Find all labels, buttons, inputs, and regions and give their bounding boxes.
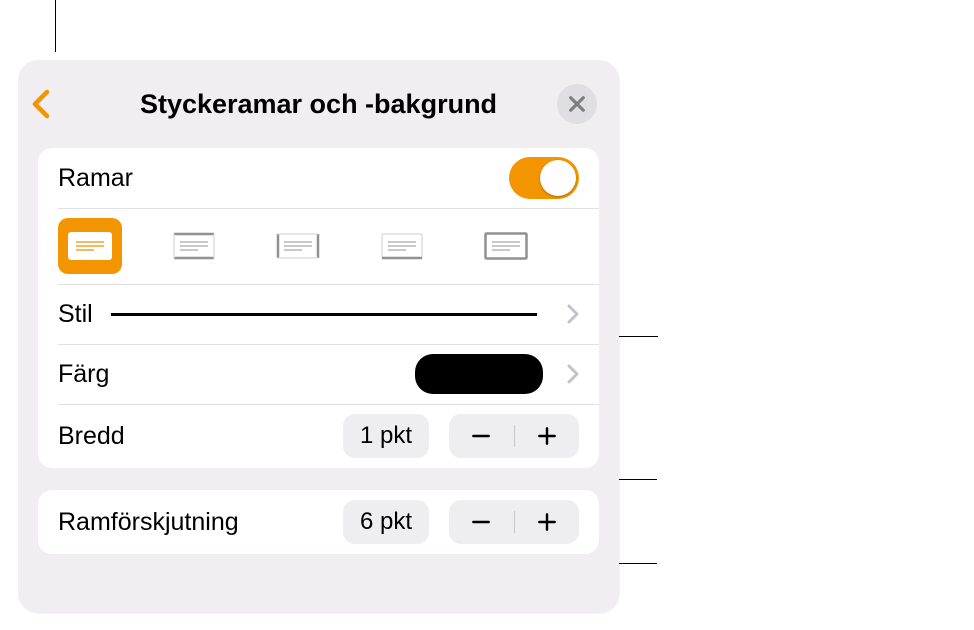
chevron-right-icon <box>567 304 579 324</box>
bredd-value[interactable]: 1 pkt <box>343 414 429 458</box>
row-stil[interactable]: Stil <box>38 284 599 344</box>
ramar-toggle[interactable] <box>509 157 579 199</box>
offset-label: Ramförskjutning <box>58 508 239 537</box>
minus-icon <box>470 425 492 447</box>
bredd-stepper <box>449 414 579 458</box>
minus-icon <box>470 511 492 533</box>
stil-label: Stil <box>58 300 93 329</box>
ramar-label: Ramar <box>58 164 133 193</box>
plus-icon <box>536 425 558 447</box>
plus-icon <box>536 511 558 533</box>
farg-label: Färg <box>58 360 109 389</box>
callout-line-top <box>55 0 56 52</box>
group-main: Ramar <box>38 148 599 468</box>
offset-stepper <box>449 500 579 544</box>
top-bottom-icon <box>172 232 216 260</box>
toggle-knob <box>540 160 576 196</box>
stil-preview-line <box>111 313 537 316</box>
panel-title: Styckeramar och -bakgrund <box>140 89 497 120</box>
position-outline[interactable] <box>474 218 538 274</box>
position-full-box[interactable] <box>58 218 122 274</box>
row-ramar: Ramar <box>38 148 599 208</box>
bredd-decrement[interactable] <box>449 425 514 447</box>
row-farg[interactable]: Färg <box>38 344 599 404</box>
row-offset: Ramförskjutning 6 pkt <box>38 490 599 554</box>
chevron-left-icon <box>30 88 54 120</box>
position-bottom-only[interactable] <box>370 218 434 274</box>
row-bredd: Bredd 1 pkt <box>38 404 599 468</box>
group-offset: Ramförskjutning 6 pkt <box>38 490 599 554</box>
row-positions <box>38 208 599 284</box>
outline-icon <box>484 232 528 260</box>
settings-panel: Styckeramar och -bakgrund Ramar <box>18 60 619 613</box>
offset-decrement[interactable] <box>449 511 514 533</box>
position-top-bottom[interactable] <box>162 218 226 274</box>
bredd-label: Bredd <box>58 422 125 451</box>
offset-increment[interactable] <box>515 511 580 533</box>
left-right-icon <box>276 232 320 260</box>
close-button[interactable] <box>557 84 597 124</box>
back-button[interactable] <box>30 88 54 120</box>
full-box-icon <box>68 232 112 260</box>
bredd-increment[interactable] <box>515 425 580 447</box>
close-icon <box>568 95 586 113</box>
bottom-only-icon <box>380 232 424 260</box>
position-left-right[interactable] <box>266 218 330 274</box>
panel-header: Styckeramar och -bakgrund <box>18 60 619 148</box>
chevron-right-icon <box>567 364 579 384</box>
color-swatch <box>415 354 543 394</box>
offset-value[interactable]: 6 pkt <box>343 500 429 544</box>
